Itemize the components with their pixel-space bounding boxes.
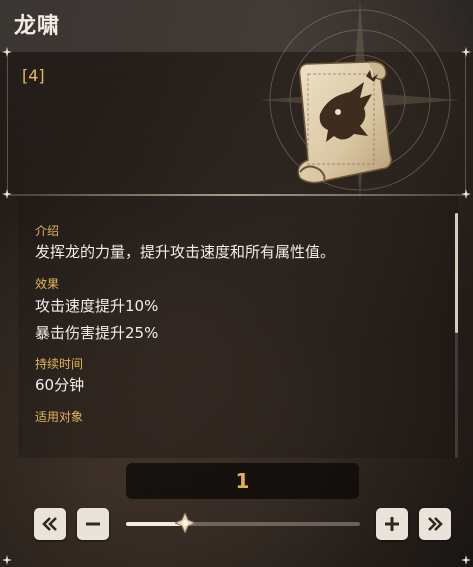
increase-quantity-button[interactable] [376,508,408,540]
details-scrollbar[interactable] [455,213,458,458]
corner-star-icon [461,189,471,199]
corner-star-icon [461,47,471,57]
duration-label: 持续时间 [35,357,84,371]
effect-line: 暴击伤害提升25% [35,324,159,342]
quantity-slider[interactable] [126,513,360,533]
dragon-scroll-icon [297,60,393,184]
corner-star-icon [461,555,471,565]
effect-line: 攻击速度提升10% [35,297,159,315]
corner-star-icon [2,47,12,57]
item-level-tag: [4] [22,66,45,85]
item-title: 龙啸 [14,14,61,39]
min-quantity-button[interactable] [34,508,66,540]
double-chevron-left-icon [42,517,57,531]
minus-icon [86,522,100,526]
quantity-display: 1 [126,463,359,499]
double-chevron-right-icon [428,517,443,531]
intro-label: 介绍 [35,224,60,238]
scrollbar-thumb[interactable] [455,213,458,333]
decrease-quantity-button[interactable] [77,508,109,540]
frame-line-left [7,52,8,196]
duration-value: 60分钟 [35,376,85,394]
effect-label: 效果 [35,277,60,291]
corner-star-icon [2,555,12,565]
slider-handle-icon[interactable] [174,513,195,533]
frame-line-right [465,52,466,196]
corner-star-icon [2,189,12,199]
target-label: 适用对象 [35,410,84,424]
max-quantity-button[interactable] [419,508,451,540]
intro-text: 发挥龙的力量，提升攻击速度和所有属性值。 [35,243,336,261]
plus-icon [385,517,399,531]
